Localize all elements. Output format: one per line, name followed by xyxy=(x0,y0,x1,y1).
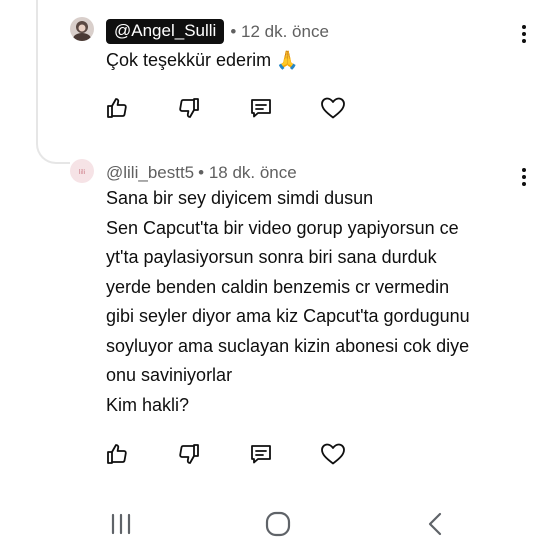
comment-meta: @lili_bestt5 • 18 dk. önce xyxy=(106,163,297,183)
comment-actions xyxy=(104,441,392,467)
comment-line: onu saviniyorlar xyxy=(106,365,233,385)
recent-apps-icon[interactable] xyxy=(101,508,141,540)
thumbs-down-icon[interactable] xyxy=(176,441,202,467)
back-icon[interactable] xyxy=(415,508,455,540)
thumbs-down-icon[interactable] xyxy=(176,95,202,121)
reply-icon[interactable] xyxy=(248,95,274,121)
comment-line: Çok teşekkür ederim 🙏 xyxy=(106,50,299,70)
comment-text: Çok teşekkür ederim 🙏 xyxy=(106,46,526,76)
avatar[interactable]: lili xyxy=(70,159,94,183)
heart-icon[interactable] xyxy=(320,441,346,467)
comment-actions xyxy=(104,95,392,121)
more-vertical-icon[interactable] xyxy=(512,22,536,46)
comment-author-handle[interactable]: @Angel_Sulli xyxy=(106,19,225,44)
reply-icon[interactable] xyxy=(248,441,274,467)
comment-line: yt'ta paylasiyorsun sonra biri sana durd… xyxy=(106,247,437,267)
comment-line: Sen Capcut'ta bir video gorup yapiyorsun… xyxy=(106,217,459,238)
comment-meta: @Angel_Sulli • 12 dk. önce xyxy=(106,19,329,44)
reply-thread-line xyxy=(36,0,38,140)
comment-timestamp: • 18 dk. önce xyxy=(198,163,297,182)
comment-line: yerde benden caldin benzemis cr vermedin xyxy=(106,276,450,297)
avatar[interactable] xyxy=(70,17,94,41)
reply-thread-curve xyxy=(36,120,70,164)
heart-icon[interactable] xyxy=(320,95,346,121)
home-icon[interactable] xyxy=(258,508,298,540)
comment-line: soyluyor ama suclayan kizin abonesi cok … xyxy=(106,335,470,356)
avatar-text: lili xyxy=(79,169,86,176)
comment-author-handle[interactable]: @lili_bestt5 xyxy=(106,163,194,183)
comment-text: Sana bir sey diyicem simdi dusun Sen Cap… xyxy=(106,184,526,420)
navigation-bar xyxy=(0,490,560,560)
comment-line: Sana bir sey diyicem simdi dusun xyxy=(106,188,374,208)
comment-timestamp: • 12 dk. önce xyxy=(230,21,329,41)
comment-line: Kim hakli? xyxy=(106,394,190,415)
thumbs-up-icon[interactable] xyxy=(104,441,130,467)
thumbs-up-icon[interactable] xyxy=(104,95,130,121)
comment-line: gibi seyler diyor ama kiz Capcut'ta gord… xyxy=(106,306,470,326)
